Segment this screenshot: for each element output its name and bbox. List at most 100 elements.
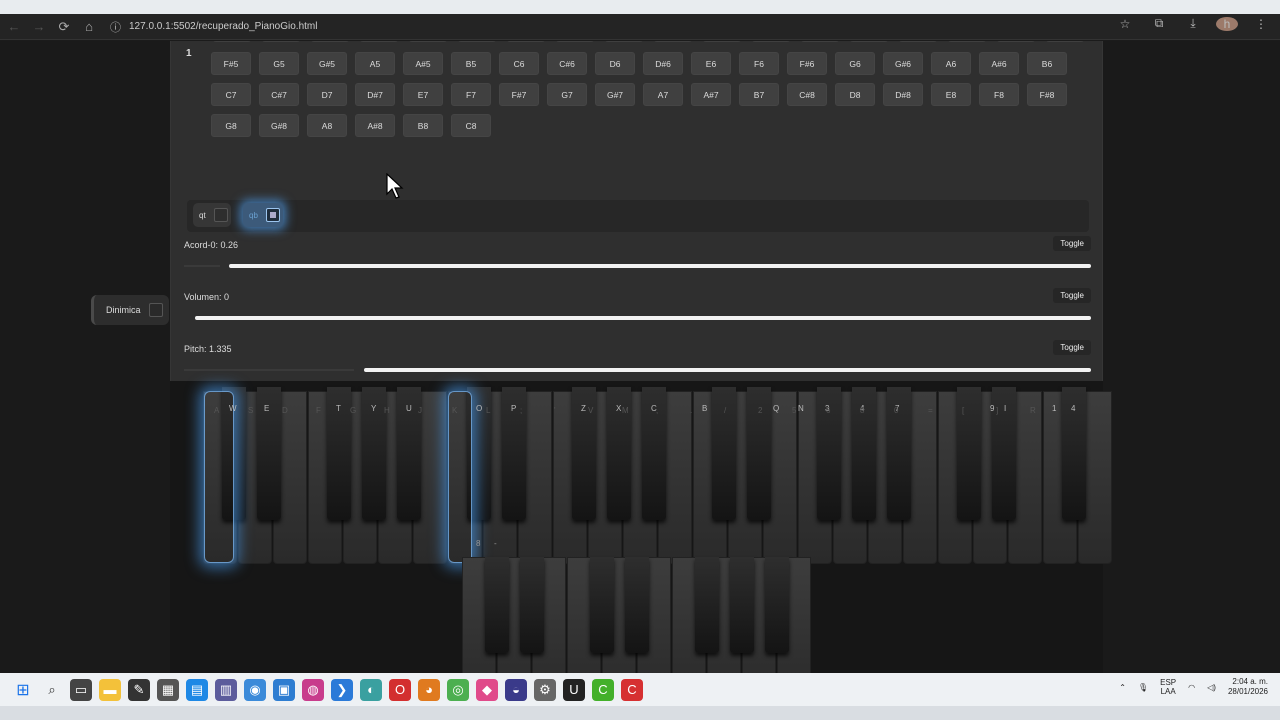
note-button[interactable]: C#7 — [259, 83, 299, 106]
store-icon[interactable]: ▣ — [273, 678, 295, 701]
black-key[interactable] — [695, 557, 719, 653]
chrome-icon[interactable]: ◎ — [447, 678, 469, 701]
note-button[interactable]: D6 — [595, 52, 635, 75]
note-button[interactable]: E8 — [931, 83, 971, 106]
note-button[interactable]: A#8 — [355, 114, 395, 137]
notepad-icon[interactable]: ▤ — [186, 678, 208, 701]
note-button[interactable]: A5 — [355, 52, 395, 75]
app-icon[interactable]: ▥ — [215, 678, 237, 701]
note-button[interactable]: F6 — [739, 52, 779, 75]
note-button[interactable]: A#5 — [403, 52, 443, 75]
app-icon[interactable]: C — [621, 678, 643, 701]
note-button-partial[interactable] — [898, 41, 938, 42]
note-button[interactable]: F#7 — [499, 83, 539, 106]
note-button-partial[interactable] — [800, 41, 840, 42]
home-icon[interactable]: ⌂ — [78, 16, 100, 38]
note-button[interactable]: D#6 — [643, 52, 683, 75]
pitch-toggle-button[interactable]: Toggle — [1053, 340, 1091, 355]
note-button-partial[interactable] — [849, 41, 889, 42]
acord-fill[interactable] — [229, 264, 1091, 268]
mode-qt-checkbox[interactable] — [213, 208, 228, 222]
app-icon[interactable]: ◍ — [302, 678, 324, 701]
note-button[interactable]: G6 — [835, 52, 875, 75]
note-button[interactable]: C#6 — [547, 52, 587, 75]
app-icon[interactable]: ◆ — [476, 678, 498, 701]
note-button[interactable]: D7 — [307, 83, 347, 106]
pitch-fill[interactable] — [364, 368, 1091, 372]
note-button[interactable]: D#8 — [883, 83, 923, 106]
note-button[interactable]: G7 — [547, 83, 587, 106]
black-key[interactable] — [625, 557, 649, 653]
start-icon[interactable]: ⊞ — [12, 679, 34, 701]
vscode-icon[interactable]: ❯ — [331, 678, 353, 701]
dinamica-checkbox[interactable] — [148, 303, 163, 317]
browser-menu-icon[interactable]: ⋮ — [1250, 17, 1272, 31]
note-button-partial[interactable] — [947, 41, 987, 42]
note-button-partial[interactable] — [359, 41, 399, 42]
clock[interactable]: 2:04 a. m. 28/01/2026 — [1228, 677, 1268, 697]
address-bar[interactable]: ⓘ 127.0.0.1:5502/recuperado_PianoGio.htm… — [110, 19, 317, 35]
note-button[interactable]: C6 — [499, 52, 539, 75]
blender-icon[interactable]: ◕ — [418, 678, 440, 701]
note-button[interactable]: C7 — [211, 83, 251, 106]
app-icon[interactable]: ⚙ — [534, 678, 556, 701]
app-icon[interactable]: C — [592, 678, 614, 701]
note-button[interactable]: A#6 — [979, 52, 1019, 75]
microphone-icon[interactable]: 🎙 — [1138, 683, 1148, 692]
note-button[interactable]: G8 — [211, 114, 251, 137]
volumen-fill[interactable] — [195, 316, 1091, 320]
note-button[interactable]: C#8 — [787, 83, 827, 106]
note-button[interactable]: D8 — [835, 83, 875, 106]
note-button[interactable]: F#6 — [787, 52, 827, 75]
wifi-icon[interactable]: ◠ — [1188, 683, 1195, 692]
note-button[interactable]: D#7 — [355, 83, 395, 106]
note-button[interactable]: A8 — [307, 114, 347, 137]
note-button-partial[interactable] — [555, 41, 595, 42]
downloads-icon[interactable]: ⤓ — [1182, 16, 1204, 31]
mode-qt-button[interactable]: qt — [193, 203, 231, 227]
note-button[interactable]: G5 — [259, 52, 299, 75]
unreal-icon[interactable]: U — [563, 678, 585, 701]
profile-avatar[interactable]: h — [1216, 16, 1238, 31]
note-button-partial[interactable] — [457, 41, 497, 42]
note-button-partial[interactable] — [408, 41, 448, 42]
reload-icon[interactable]: ⟳ — [53, 16, 75, 38]
black-key[interactable] — [590, 557, 614, 653]
site-info-icon[interactable]: ⓘ — [110, 19, 121, 35]
dinamica-toggle[interactable]: Dinimica — [91, 295, 169, 325]
task-view-icon[interactable]: ▭ — [70, 678, 92, 701]
file-explorer-icon[interactable]: ▬ — [99, 678, 121, 701]
acord-toggle-button[interactable]: Toggle — [1053, 236, 1091, 251]
note-button[interactable]: G#5 — [307, 52, 347, 75]
note-button[interactable]: E7 — [403, 83, 443, 106]
note-button[interactable]: A6 — [931, 52, 971, 75]
search-icon[interactable]: ⌕ — [41, 679, 63, 701]
app-icon[interactable]: ✎ — [128, 678, 150, 701]
note-button[interactable]: B6 — [1027, 52, 1067, 75]
note-button-partial[interactable] — [212, 41, 252, 42]
note-button[interactable]: G#8 — [259, 114, 299, 137]
note-button[interactable]: B7 — [739, 83, 779, 106]
black-key[interactable] — [957, 387, 981, 520]
volumen-toggle-button[interactable]: Toggle — [1053, 288, 1091, 303]
mode-qb-button[interactable]: qb — [243, 203, 283, 227]
mode-qb-checkbox[interactable] — [265, 208, 280, 222]
note-button[interactable]: F8 — [979, 83, 1019, 106]
note-button-partial[interactable] — [702, 41, 742, 42]
chevron-up-icon[interactable]: ⌃ — [1119, 683, 1126, 692]
black-key[interactable] — [485, 557, 509, 653]
note-button-partial[interactable] — [261, 41, 301, 42]
app-icon[interactable]: ◉ — [244, 678, 266, 701]
note-button-partial[interactable] — [310, 41, 350, 42]
calendar-app-icon[interactable]: ▦ — [157, 678, 179, 701]
note-button-partial[interactable] — [653, 41, 693, 42]
back-icon[interactable]: ← — [3, 16, 25, 38]
bookmark-star-icon[interactable]: ☆ — [1114, 17, 1136, 31]
note-button[interactable]: G#6 — [883, 52, 923, 75]
opera-icon[interactable]: O — [389, 678, 411, 701]
black-key[interactable] — [520, 557, 544, 653]
note-button[interactable]: A7 — [643, 83, 683, 106]
note-button[interactable]: F#5 — [211, 52, 251, 75]
note-button[interactable]: B5 — [451, 52, 491, 75]
note-button[interactable]: E6 — [691, 52, 731, 75]
